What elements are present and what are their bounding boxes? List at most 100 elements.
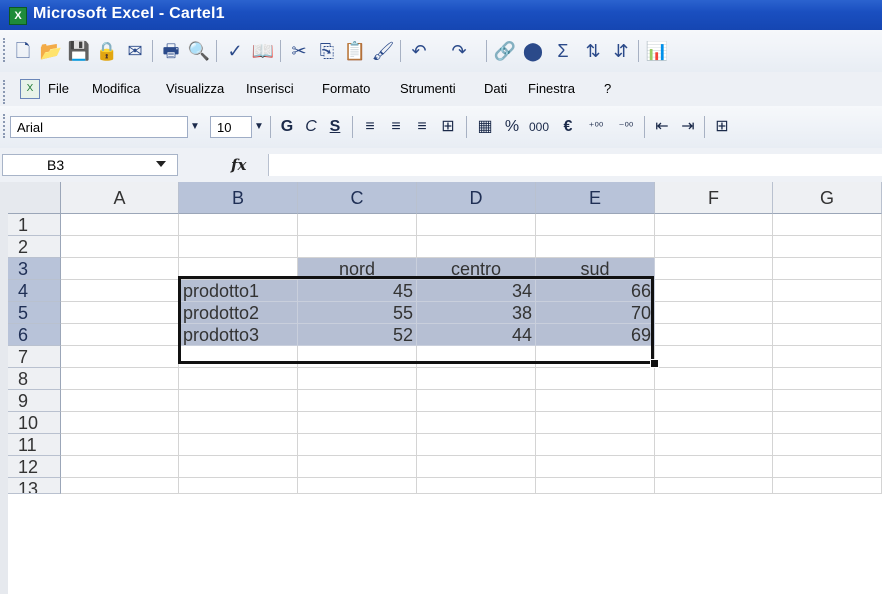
new-icon[interactable]: 🗋: [10, 38, 36, 64]
format-painter-icon[interactable]: 🖌: [370, 38, 396, 64]
menu-finestra[interactable]: Finestra: [528, 81, 575, 96]
font-name-select[interactable]: Arial: [10, 116, 188, 138]
grid-cell[interactable]: [417, 456, 536, 478]
grid-cell[interactable]: [298, 390, 417, 412]
workbook-icon[interactable]: X: [20, 79, 40, 99]
grid-cell[interactable]: [773, 368, 882, 390]
currency-style-icon[interactable]: ▦: [472, 115, 498, 139]
grid-cell[interactable]: [61, 434, 179, 456]
grid-cell[interactable]: [655, 346, 773, 368]
grid-cell[interactable]: [655, 280, 773, 302]
align-right-icon[interactable]: ≡: [410, 115, 434, 139]
table-header-cell[interactable]: centro: [417, 258, 536, 280]
grid-cell[interactable]: [655, 456, 773, 478]
grid-cell[interactable]: [179, 214, 298, 236]
column-header-f[interactable]: F: [655, 182, 773, 214]
grid-cell[interactable]: [536, 214, 655, 236]
row-header-7[interactable]: 7: [8, 346, 61, 368]
name-box[interactable]: B3: [2, 154, 178, 176]
row-header-10[interactable]: 10: [8, 412, 61, 434]
table-header-cell[interactable]: nord: [298, 258, 417, 280]
grid-cell[interactable]: [773, 390, 882, 412]
grid-cell[interactable]: [61, 236, 179, 258]
grid-cell[interactable]: [61, 456, 179, 478]
decrease-decimal-icon[interactable]: ⁻⁰⁰: [612, 115, 640, 139]
merge-center-icon[interactable]: ⊞: [436, 115, 460, 139]
grid-cell[interactable]: [655, 412, 773, 434]
column-header-c[interactable]: C: [298, 182, 417, 214]
grid-cell[interactable]: [536, 434, 655, 456]
copy-icon[interactable]: ⎘: [314, 38, 340, 64]
redo-icon[interactable]: ↷: [446, 38, 472, 64]
chevron-down-icon[interactable]: ▼: [188, 115, 202, 139]
euro-button[interactable]: €: [558, 115, 578, 139]
row-header-12[interactable]: 12: [8, 456, 61, 478]
grid-cell[interactable]: [298, 214, 417, 236]
menu-modifica[interactable]: Modifica: [92, 81, 140, 96]
grid-cell[interactable]: [536, 390, 655, 412]
column-header-g[interactable]: G: [773, 182, 882, 214]
formula-input[interactable]: [268, 154, 882, 176]
row-header-3[interactable]: 3: [8, 258, 61, 280]
font-size-select[interactable]: 10: [210, 116, 252, 138]
row-header-4[interactable]: 4: [8, 280, 61, 302]
grid-cell[interactable]: [417, 434, 536, 456]
grid-cell[interactable]: [773, 478, 882, 494]
grid-cell[interactable]: [536, 236, 655, 258]
grid-cell[interactable]: [179, 478, 298, 494]
grid-cell[interactable]: [298, 412, 417, 434]
undo-icon[interactable]: ↶: [406, 38, 432, 64]
grid-cell[interactable]: [655, 302, 773, 324]
grid-cell[interactable]: [179, 434, 298, 456]
borders-icon[interactable]: ⊞: [710, 115, 734, 139]
grid-cell[interactable]: [773, 236, 882, 258]
table-cell[interactable]: 44: [417, 324, 536, 346]
grid-cell[interactable]: [417, 368, 536, 390]
table-row-label[interactable]: prodotto3: [179, 324, 298, 346]
grid-cell[interactable]: [61, 324, 179, 346]
table-cell[interactable]: 52: [298, 324, 417, 346]
table-row-label[interactable]: prodotto1: [179, 280, 298, 302]
select-all-corner[interactable]: [8, 182, 61, 214]
table-cell[interactable]: 70: [536, 302, 655, 324]
grid-cell[interactable]: [61, 478, 179, 494]
grid-cell[interactable]: [179, 456, 298, 478]
row-header-1[interactable]: 1: [8, 214, 61, 236]
table-cell[interactable]: 34: [417, 280, 536, 302]
grid-cell[interactable]: [417, 390, 536, 412]
align-left-icon[interactable]: ≡: [358, 115, 382, 139]
menu-file[interactable]: File: [48, 81, 69, 96]
grid-cell[interactable]: [61, 412, 179, 434]
grid-cell[interactable]: [536, 346, 655, 368]
function-icon[interactable]: fx: [231, 156, 246, 174]
grid-cell[interactable]: [655, 434, 773, 456]
table-header-cell[interactable]: sud: [536, 258, 655, 280]
align-center-icon[interactable]: ≡: [384, 115, 408, 139]
table-cell[interactable]: 45: [298, 280, 417, 302]
grid-cell[interactable]: [655, 324, 773, 346]
column-header-b[interactable]: B: [179, 182, 298, 214]
menu-help[interactable]: ?: [604, 81, 611, 96]
active-cell[interactable]: [179, 258, 298, 280]
grid-cell[interactable]: [61, 214, 179, 236]
grid-cell[interactable]: [773, 412, 882, 434]
permission-icon[interactable]: 🔒: [94, 38, 120, 64]
chevron-down-icon[interactable]: ▼: [252, 115, 266, 139]
grid-cell[interactable]: [773, 258, 882, 280]
grid-cell[interactable]: [179, 236, 298, 258]
spelling-icon[interactable]: ✓: [222, 38, 248, 64]
table-cell[interactable]: 38: [417, 302, 536, 324]
grid-cell[interactable]: [773, 280, 882, 302]
grid-cell[interactable]: [536, 478, 655, 494]
grid-cell[interactable]: [298, 434, 417, 456]
grid-cell[interactable]: [61, 346, 179, 368]
grid-cell[interactable]: [61, 368, 179, 390]
column-header-e[interactable]: E: [536, 182, 655, 214]
table-cell[interactable]: 69: [536, 324, 655, 346]
cut-icon[interactable]: ✂: [286, 38, 312, 64]
grid-cell[interactable]: [417, 346, 536, 368]
table-cell[interactable]: 55: [298, 302, 417, 324]
grid-cell[interactable]: [61, 258, 179, 280]
row-header-6[interactable]: 6: [8, 324, 61, 346]
menu-strumenti[interactable]: Strumenti: [400, 81, 456, 96]
